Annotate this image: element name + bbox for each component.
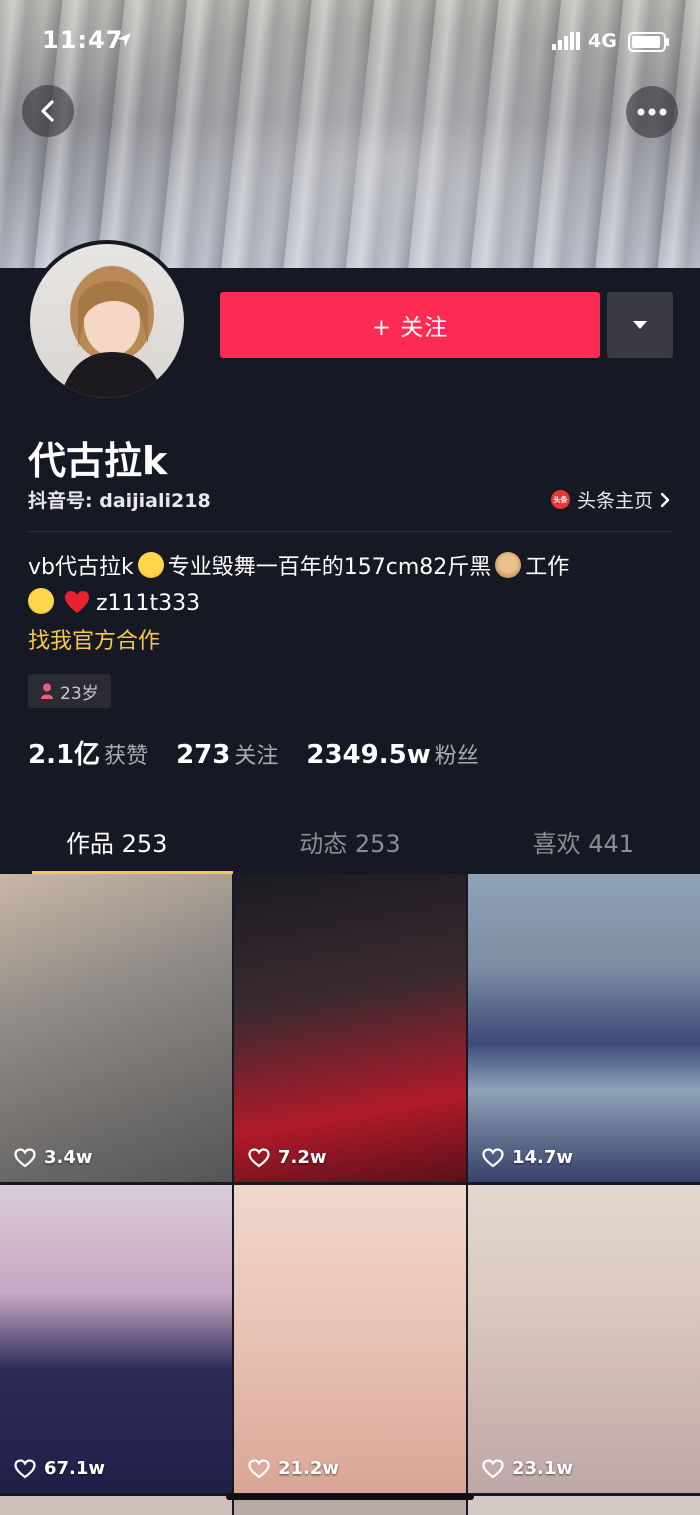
stat-followers-value: 2349.5w <box>306 740 431 770</box>
age-label: 23岁 <box>60 683 99 704</box>
video-likes: 3.4w <box>14 1147 93 1168</box>
video-thumbnail[interactable]: 7.2w <box>234 874 466 1182</box>
toutiao-link-label: 头条主页 <box>576 490 653 512</box>
monkey-emoji-icon <box>495 552 522 578</box>
red-heart-emoji-icon <box>65 591 89 613</box>
heart-outline-icon <box>248 1147 270 1167</box>
female-gender-icon <box>41 683 53 699</box>
bio: vb代古拉k 专业毁舞一百年的157cm82斤黑 工作 z111t333 <box>28 550 668 622</box>
video-thumbnail[interactable]: 14.7w <box>468 874 700 1182</box>
video-thumbnail[interactable]: 67.1w <box>0 1185 232 1493</box>
video-grid: 3.4w 7.2w 14.7w 67.1w 21.2w 23.1w <box>0 874 700 1515</box>
laughing-emoji-icon <box>137 552 164 578</box>
video-likes: 7.2w <box>248 1147 327 1168</box>
avatar[interactable] <box>26 240 188 402</box>
more-options-button[interactable] <box>626 86 678 138</box>
status-time: 11:47 <box>42 26 124 54</box>
heart-outline-icon <box>14 1147 36 1167</box>
official-collab-link[interactable]: 找我官方合作 <box>28 623 160 655</box>
video-thumbnail[interactable] <box>0 1496 232 1515</box>
bio-text-1: vb代古拉k <box>28 555 134 580</box>
caret-down-icon <box>633 321 647 329</box>
stat-likes-label: 获赞 <box>104 744 149 769</box>
stats-row: 2.1亿 获赞 273 关注 2349.5w 粉丝 <box>28 734 479 771</box>
smile-emoji-icon <box>28 588 54 614</box>
stat-followers-label: 粉丝 <box>434 744 479 769</box>
battery-icon <box>628 32 669 52</box>
account-id: 抖音号: daijiali218 <box>28 490 211 512</box>
video-likes: 23.1w <box>482 1458 573 1479</box>
video-thumbnail[interactable]: 21.2w <box>234 1185 466 1493</box>
profile-tabs: 作品 253 动态 253 喜欢 441 <box>0 812 700 874</box>
bio-text-3: 工作 <box>525 555 570 580</box>
heart-outline-icon <box>482 1458 504 1478</box>
signal-icon <box>552 32 580 50</box>
tab-likes[interactable]: 喜欢 441 <box>467 812 700 874</box>
status-bar: 11:47 4G <box>0 24 700 64</box>
heart-outline-icon <box>14 1458 36 1478</box>
heart-outline-icon <box>248 1458 270 1478</box>
chevron-left-icon <box>41 100 54 122</box>
bio-text-2: 专业毁舞一百年的157cm82斤黑 <box>167 555 492 580</box>
tab-activity[interactable]: 动态 253 <box>233 812 466 874</box>
video-thumbnail[interactable]: 23.1w <box>468 1185 700 1493</box>
nickname: 代古拉k <box>28 439 168 483</box>
avatar-image <box>30 244 184 398</box>
video-likes-count: 14.7w <box>512 1147 574 1168</box>
toutiao-icon: 头条 <box>550 490 570 509</box>
video-likes: 14.7w <box>482 1147 573 1168</box>
more-dots-icon <box>637 108 667 116</box>
follow-button[interactable]: + 关注 <box>220 292 600 358</box>
stat-followers[interactable]: 2349.5w 粉丝 <box>306 738 478 770</box>
video-likes-count: 21.2w <box>278 1458 340 1479</box>
video-likes-count: 67.1w <box>44 1458 106 1479</box>
stat-likes-value: 2.1亿 <box>28 740 101 770</box>
video-likes: 21.2w <box>248 1458 339 1479</box>
bio-text-4: z111t333 <box>96 591 201 616</box>
heart-outline-icon <box>482 1147 504 1167</box>
video-thumbnail[interactable] <box>468 1496 700 1515</box>
video-likes: 67.1w <box>14 1458 105 1479</box>
video-thumbnail[interactable]: 3.4w <box>0 874 232 1182</box>
chevron-right-icon <box>660 492 670 507</box>
avatar-portrait-icon <box>60 266 164 398</box>
tab-works[interactable]: 作品 253 <box>0 812 234 874</box>
stat-following-label: 关注 <box>234 744 279 769</box>
recommend-dropdown-button[interactable] <box>607 292 673 358</box>
stat-following-value: 273 <box>176 740 231 770</box>
divider <box>28 531 672 532</box>
video-likes-count: 3.4w <box>44 1147 93 1168</box>
home-indicator[interactable] <box>226 1494 474 1500</box>
network-label: 4G <box>588 30 617 52</box>
age-tag: 23岁 <box>28 674 111 708</box>
stat-likes: 2.1亿 获赞 <box>28 734 148 771</box>
video-likes-count: 7.2w <box>278 1147 327 1168</box>
location-arrow-icon <box>117 33 131 47</box>
toutiao-homepage-link[interactable]: 头条 头条主页 <box>550 486 670 513</box>
video-likes-count: 23.1w <box>512 1458 574 1479</box>
stat-following[interactable]: 273 关注 <box>176 738 278 770</box>
back-button[interactable] <box>22 85 74 137</box>
